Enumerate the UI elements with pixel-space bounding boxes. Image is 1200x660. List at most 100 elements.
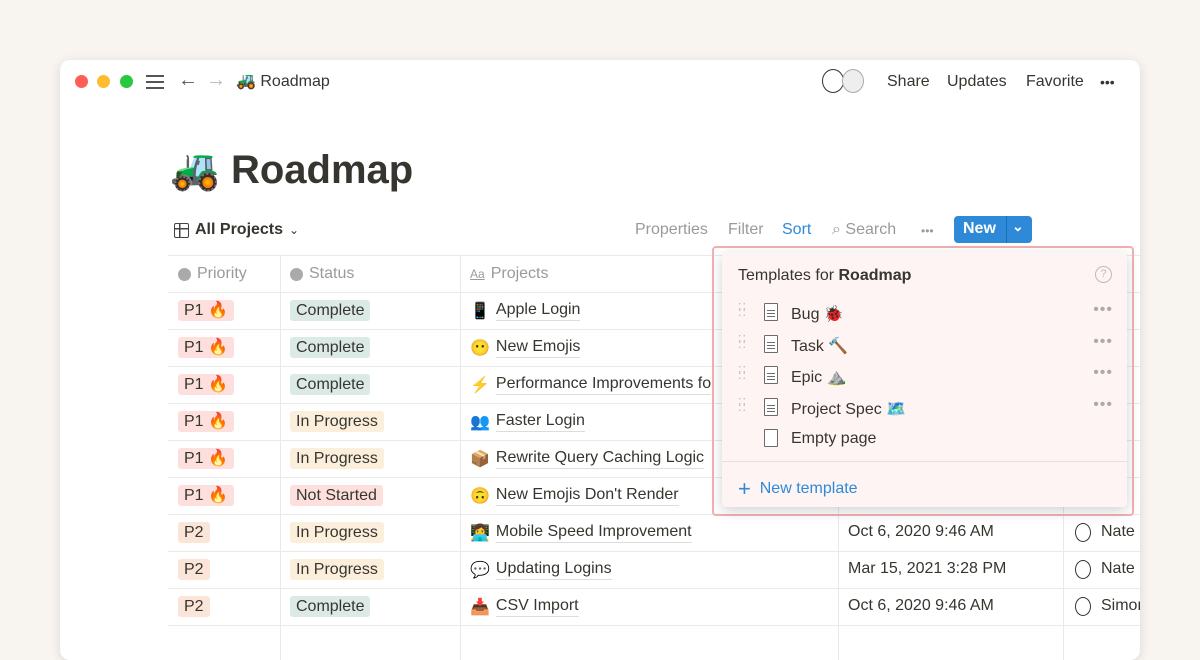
page-title[interactable]: 🚜 Roadmap bbox=[170, 146, 413, 193]
header-label: Projects bbox=[490, 265, 549, 282]
priority-tag[interactable]: P1 🔥 bbox=[178, 485, 234, 506]
drag-handle-icon[interactable]: ⁚⁚ ⁚⁚ bbox=[738, 303, 747, 319]
search-label: Search bbox=[845, 221, 897, 238]
view-selector[interactable]: All Projects ⌄ bbox=[174, 221, 299, 239]
avatar[interactable] bbox=[842, 69, 864, 93]
drag-handle-icon[interactable]: ⁚⁚ ⁚⁚ bbox=[738, 397, 747, 413]
favorite-button[interactable]: Favorite bbox=[1026, 73, 1084, 91]
project-cell[interactable]: 💬 Updating Logins bbox=[470, 560, 612, 580]
priority-tag[interactable]: P2 bbox=[178, 596, 210, 617]
priority-tag[interactable]: P1 🔥 bbox=[178, 300, 234, 321]
project-cell[interactable]: 📱 Apple Login bbox=[470, 301, 581, 321]
person-cell[interactable]: Simon bbox=[1075, 597, 1140, 616]
status-tag[interactable]: Complete bbox=[290, 596, 371, 617]
template-item[interactable]: ⁚⁚ ⁚⁚ Epic ⛰️ ••• bbox=[722, 361, 1127, 392]
help-icon[interactable]: ? bbox=[1095, 266, 1112, 283]
status-tag[interactable]: Not Started bbox=[290, 485, 383, 506]
table-row[interactable]: P2 In Progress 👩‍💻 Mobile Speed Improveme… bbox=[168, 514, 1140, 551]
priority-tag[interactable]: P1 🔥 bbox=[178, 374, 234, 395]
updates-button[interactable]: Updates bbox=[947, 73, 1007, 91]
priority-tag[interactable]: P1 🔥 bbox=[178, 337, 234, 358]
project-emoji-icon: ⚡ bbox=[470, 377, 490, 394]
sort-button[interactable]: Sort bbox=[782, 221, 811, 239]
more-icon[interactable]: ••• bbox=[1100, 74, 1115, 90]
header-label: Priority bbox=[197, 265, 247, 282]
priority-tag[interactable]: P2 bbox=[178, 522, 210, 543]
drag-handle-icon[interactable]: ⁚⁚ ⁚⁚ bbox=[738, 366, 747, 382]
select-icon bbox=[178, 267, 191, 281]
project-name: Rewrite Query Caching Logic bbox=[495, 449, 705, 469]
zoom-window-button[interactable] bbox=[120, 75, 133, 88]
breadcrumb[interactable]: 🚜 Roadmap bbox=[236, 71, 330, 91]
more-icon[interactable]: ••• bbox=[1093, 333, 1113, 351]
column-header-priority[interactable]: Priority bbox=[178, 265, 247, 283]
template-item[interactable]: ⁚⁚ ⁚⁚ Project Spec 🗺️ ••• bbox=[722, 393, 1127, 424]
project-emoji-icon: 😶 bbox=[470, 340, 490, 357]
new-button-label: New bbox=[963, 220, 996, 237]
avatar bbox=[1075, 597, 1091, 616]
project-name: Faster Login bbox=[495, 412, 585, 432]
new-template-button[interactable]: + New template bbox=[738, 476, 858, 502]
date-cell[interactable]: Oct 6, 2020 9:46 AM bbox=[848, 523, 994, 541]
new-button[interactable]: New ⌄ bbox=[954, 216, 1032, 243]
template-label: Task 🔨 bbox=[791, 337, 849, 355]
project-cell[interactable]: 👥 Faster Login bbox=[470, 412, 585, 432]
properties-button[interactable]: Properties bbox=[635, 221, 708, 239]
status-tag[interactable]: Complete bbox=[290, 300, 371, 321]
minimize-window-button[interactable] bbox=[97, 75, 110, 88]
project-cell[interactable]: 👩‍💻 Mobile Speed Improvement bbox=[470, 523, 692, 543]
priority-tag[interactable]: P1 🔥 bbox=[178, 411, 234, 432]
template-item[interactable]: ⁚⁚ ⁚⁚ Task 🔨 ••• bbox=[722, 330, 1127, 361]
avatar[interactable] bbox=[822, 69, 844, 93]
search-button[interactable]: ⌕ Search bbox=[832, 221, 896, 239]
project-cell[interactable]: ⚡ Performance Improvements fo bbox=[470, 375, 712, 395]
plus-icon: + bbox=[738, 476, 751, 501]
column-header-status[interactable]: Status bbox=[290, 265, 354, 283]
project-name: Updating Logins bbox=[495, 560, 612, 580]
page-icon bbox=[764, 366, 778, 384]
chevron-down-icon[interactable]: ⌄ bbox=[1012, 218, 1024, 235]
project-cell[interactable]: 😶 New Emojis bbox=[470, 338, 581, 358]
person-name: Nate bbox=[1101, 560, 1135, 577]
priority-tag[interactable]: P2 bbox=[178, 559, 210, 580]
menu-icon[interactable] bbox=[146, 73, 164, 89]
filter-button[interactable]: Filter bbox=[728, 221, 764, 239]
more-icon[interactable]: ••• bbox=[1093, 301, 1113, 319]
priority-tag[interactable]: P1 🔥 bbox=[178, 448, 234, 469]
more-icon[interactable]: ••• bbox=[1093, 364, 1113, 382]
select-icon bbox=[290, 267, 303, 281]
breadcrumb-title: Roadmap bbox=[260, 73, 330, 90]
templates-menu: Templates for Roadmap ? ⁚⁚ ⁚⁚ Bug 🐞 ••• ⁚… bbox=[722, 252, 1127, 507]
date-cell[interactable]: Mar 15, 2021 3:28 PM bbox=[848, 560, 1006, 578]
more-icon[interactable]: ••• bbox=[1093, 396, 1113, 414]
person-cell[interactable]: Nate bbox=[1075, 560, 1135, 579]
table-row[interactable]: P2 In Progress 💬 Updating Logins Mar 15, … bbox=[168, 551, 1140, 588]
page-icon bbox=[764, 334, 778, 353]
status-tag[interactable]: In Progress bbox=[290, 448, 384, 469]
status-tag[interactable]: Complete bbox=[290, 337, 371, 358]
search-icon: ⌕ bbox=[832, 221, 841, 238]
template-item[interactable]: ⁚⁚ ⁚⁚ Bug 🐞 ••• bbox=[722, 298, 1127, 329]
table-row[interactable]: P2 Complete 📥 CSV Import Oct 6, 2020 9:46… bbox=[168, 588, 1140, 625]
project-cell[interactable]: 📦 Rewrite Query Caching Logic bbox=[470, 449, 705, 469]
more-options-icon[interactable]: ••• bbox=[921, 224, 934, 238]
close-window-button[interactable] bbox=[75, 75, 88, 88]
project-cell[interactable]: 🙃 New Emojis Don't Render bbox=[470, 486, 679, 506]
tractor-icon: 🚜 bbox=[170, 148, 220, 192]
share-button[interactable]: Share bbox=[887, 73, 930, 91]
template-item[interactable]: Empty page bbox=[722, 424, 1127, 455]
back-arrow-icon[interactable]: ← bbox=[178, 69, 198, 92]
status-tag[interactable]: Complete bbox=[290, 374, 371, 395]
status-tag[interactable]: In Progress bbox=[290, 522, 384, 543]
drag-handle-icon[interactable]: ⁚⁚ ⁚⁚ bbox=[738, 334, 747, 350]
date-cell[interactable]: Oct 6, 2020 9:46 AM bbox=[848, 597, 994, 615]
forward-arrow-icon[interactable]: → bbox=[206, 69, 226, 92]
avatar bbox=[1075, 560, 1091, 579]
person-cell[interactable]: Nate bbox=[1075, 523, 1135, 542]
project-cell[interactable]: 📥 CSV Import bbox=[470, 597, 579, 617]
app-window: ← → 🚜 Roadmap Share Updates Favorite •••… bbox=[60, 60, 1140, 660]
column-header-projects[interactable]: Aa Projects bbox=[470, 265, 548, 283]
top-bar: ← → 🚜 Roadmap Share Updates Favorite ••• bbox=[60, 60, 1140, 104]
status-tag[interactable]: In Progress bbox=[290, 411, 384, 432]
status-tag[interactable]: In Progress bbox=[290, 559, 384, 580]
